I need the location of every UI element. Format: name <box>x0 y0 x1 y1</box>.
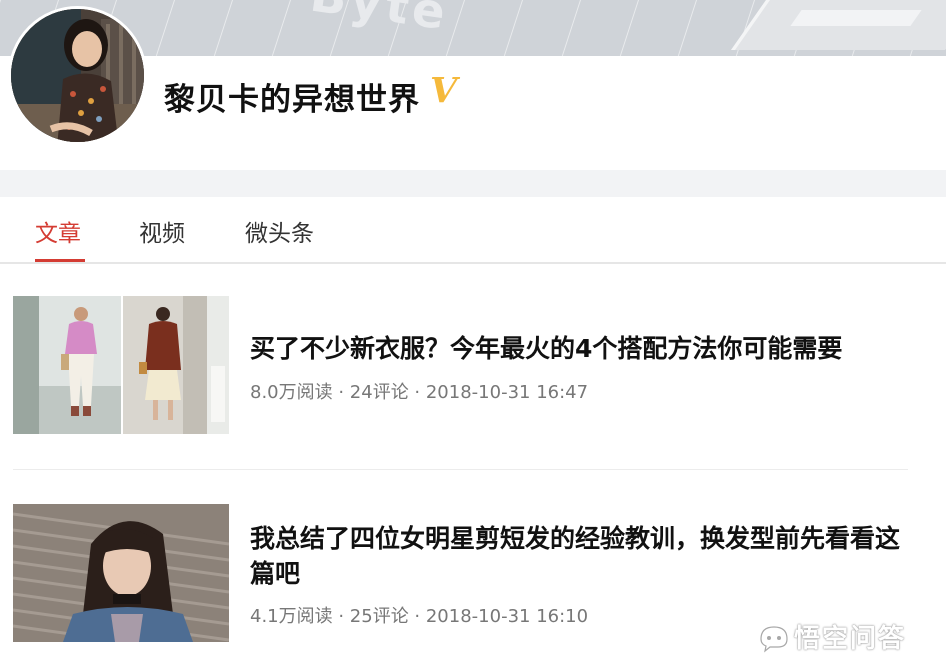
banner-decor-shape <box>790 10 922 26</box>
active-tab-indicator <box>35 259 85 262</box>
list-divider <box>13 469 908 470</box>
avatar[interactable] <box>8 6 147 145</box>
watermark: 悟空问答 <box>758 618 906 655</box>
watermark-text: 悟空问答 <box>794 624 907 654</box>
profile-banner: Byte <box>0 0 946 56</box>
tab-micro-posts[interactable]: 微头条 <box>245 214 314 248</box>
article-title[interactable]: 买了不少新衣服？今年最火的4个搭配方法你可能需要 <box>250 331 920 366</box>
content-tabs: 文章 视频 微头条 <box>0 197 946 264</box>
tab-videos[interactable]: 视频 <box>139 214 185 248</box>
profile-name[interactable]: 黎贝卡的异想世界 <box>164 74 420 119</box>
wukong-logo-icon <box>760 625 788 652</box>
article-title[interactable]: 我总结了四位女明星剪短发的经验教训，换发型前先看看这篇吧 <box>250 521 920 591</box>
article-meta: 4.1万阅读 · 25评论 · 2018-10-31 16:10 <box>250 606 589 627</box>
verified-badge-icon: V <box>430 70 458 111</box>
section-gap <box>0 170 946 197</box>
tab-articles[interactable]: 文章 <box>35 214 81 248</box>
article-meta: 8.0万阅读 · 24评论 · 2018-10-31 16:47 <box>250 382 589 403</box>
article-thumbnail[interactable] <box>13 504 229 642</box>
article-thumbnail[interactable] <box>13 296 229 434</box>
